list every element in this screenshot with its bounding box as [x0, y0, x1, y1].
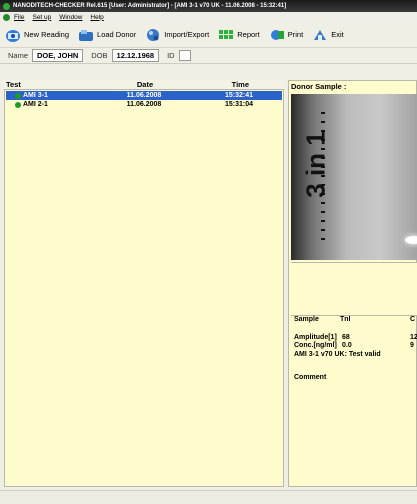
- name-label: Name: [8, 51, 29, 60]
- sample-image-text: 3 in 1: [300, 131, 331, 198]
- load-donor-label: Load Donor: [97, 30, 137, 39]
- column-time[interactable]: Time: [197, 80, 284, 89]
- table-row[interactable]: AMI 3-1 11.06.2008 15:32:41: [6, 91, 282, 100]
- toolbar: New Reading Load Donor Import/Export Rep…: [0, 22, 417, 48]
- patient-bar: Name DOE, JOHN DOB 12.12.1968 ID: [0, 48, 417, 64]
- import-export-button[interactable]: Import/Export: [144, 27, 209, 43]
- test-list-header: Test Date Time: [4, 80, 284, 90]
- row-test: AMI 3-1: [23, 92, 48, 99]
- test-status-icon: [15, 92, 21, 99]
- row-time: 15:31:04: [224, 101, 254, 108]
- print-label: Print: [287, 30, 304, 39]
- load-donor-button[interactable]: Load Donor: [77, 27, 136, 43]
- row-test: AMI 2-1: [23, 101, 48, 108]
- column-test[interactable]: Test: [4, 80, 93, 89]
- conc-label: Conc.[ng/ml]: [294, 342, 337, 349]
- exit-label: Exit: [331, 30, 344, 39]
- test-status-icon: [15, 101, 21, 108]
- report-button[interactable]: Report: [217, 27, 260, 43]
- import-export-icon: [144, 27, 162, 43]
- window-title: NANODITECH-CHECKER Rel.615 [User: Admini…: [13, 3, 287, 9]
- amplitude-label: Amplitude[1]: [294, 334, 337, 341]
- print-icon: [268, 27, 286, 43]
- conc-row: Conc.[ng/ml]: [294, 342, 337, 349]
- exit-icon: [311, 27, 329, 43]
- column-date[interactable]: Date: [93, 80, 196, 89]
- import-export-label: Import/Export: [164, 30, 210, 39]
- id-field[interactable]: [178, 50, 191, 61]
- row-time: 15:32:41: [224, 92, 254, 99]
- status-bar: [0, 490, 417, 504]
- test-validity: AMI 3-1 v70 UK: Test valid: [294, 351, 381, 358]
- amplitude-row: Amplitude[1]: [294, 334, 337, 341]
- name-field[interactable]: DOE, JOHN: [32, 49, 84, 62]
- title-bar: NANODITECH-CHECKER Rel.615 [User: Admini…: [0, 0, 417, 12]
- menu-window[interactable]: Window: [59, 14, 82, 21]
- menu-bar: File Set up Window Help: [0, 12, 417, 22]
- row-date: 11.06.2008: [126, 101, 162, 108]
- load-donor-icon: [77, 27, 95, 43]
- print-button[interactable]: Print: [268, 27, 303, 43]
- app-icon: [3, 2, 10, 10]
- row-date: 11.06.2008: [126, 92, 162, 99]
- table-row[interactable]: AMI 2-1 11.06.2008 15:31:04: [6, 100, 282, 109]
- dob-label: DOB: [91, 51, 108, 60]
- new-reading-label: New Reading: [24, 30, 70, 39]
- comment-label: Comment: [294, 374, 327, 381]
- results-col-tni: TnI: [340, 316, 351, 323]
- report-icon: [217, 27, 235, 43]
- dob-field[interactable]: 12.12.1968: [111, 49, 160, 62]
- sample-graph-area: [291, 262, 417, 316]
- results-col-sample: Sample: [294, 316, 319, 323]
- exit-button[interactable]: Exit: [311, 27, 344, 43]
- new-reading-icon: [4, 27, 22, 43]
- donor-sample-title: Donor Sample :: [291, 82, 347, 91]
- new-reading-button[interactable]: New Reading: [4, 27, 69, 43]
- menu-help[interactable]: Help: [90, 14, 103, 21]
- amplitude-tni: 68: [342, 334, 350, 341]
- menu-setup[interactable]: Set up: [32, 14, 51, 21]
- app-menu-icon[interactable]: [3, 13, 10, 21]
- results-col-c: C: [410, 316, 416, 323]
- conc-tni: 0.0: [342, 342, 352, 349]
- amplitude-c: 12: [410, 334, 417, 341]
- sample-highlight: [405, 236, 417, 244]
- report-label: Report: [237, 30, 260, 39]
- menu-file[interactable]: File: [14, 14, 24, 21]
- id-label: ID: [167, 51, 175, 60]
- conc-c: 9: [410, 342, 414, 349]
- test-list-panel: [4, 80, 284, 487]
- sample-image: 3 in 1: [291, 94, 417, 260]
